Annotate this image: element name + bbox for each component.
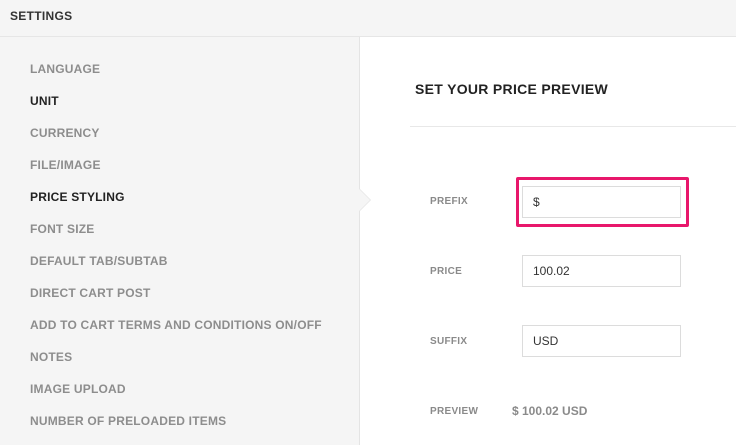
section-title: SET YOUR PRICE PREVIEW [415, 81, 609, 97]
page-title: SETTINGS [10, 9, 73, 23]
sidebar-item-direct-cart-post[interactable]: DIRECT CART POST [30, 286, 151, 300]
prefix-input[interactable] [522, 186, 681, 218]
prefix-label: PREFIX [430, 196, 468, 207]
settings-header: SETTINGS [0, 0, 736, 37]
sidebar-item-default-tab[interactable]: DEFAULT TAB/SUBTAB [30, 254, 168, 268]
price-styling-panel [359, 37, 736, 445]
settings-sidebar: LANGUAGE UNIT CURRENCY FILE/IMAGE PRICE … [0, 37, 359, 445]
sidebar-item-price-styling[interactable]: PRICE STYLING [30, 190, 125, 204]
sidebar-item-cart-terms[interactable]: ADD TO CART TERMS AND CONDITIONS ON/OFF [30, 318, 322, 332]
price-preview-value: $ 100.02 USD [512, 404, 588, 418]
section-divider [410, 126, 736, 127]
sidebar-item-image-upload[interactable]: IMAGE UPLOAD [30, 382, 126, 396]
sidebar-item-font-size[interactable]: FONT SIZE [30, 222, 94, 236]
suffix-label: SUFFIX [430, 336, 468, 347]
active-item-pointer-fill [359, 189, 370, 211]
sidebar-item-file-image[interactable]: FILE/IMAGE [30, 158, 101, 172]
preview-label: PREVIEW [430, 406, 479, 417]
sidebar-item-unit[interactable]: UNIT [30, 94, 59, 108]
sidebar-item-preloaded-items[interactable]: NUMBER OF PRELOADED ITEMS [30, 414, 226, 428]
suffix-input[interactable] [522, 325, 681, 357]
sidebar-item-notes[interactable]: NOTES [30, 350, 72, 364]
price-label: PRICE [430, 266, 463, 277]
sidebar-item-language[interactable]: LANGUAGE [30, 62, 100, 76]
sidebar-item-currency[interactable]: CURRENCY [30, 126, 100, 140]
price-input[interactable] [522, 255, 681, 287]
